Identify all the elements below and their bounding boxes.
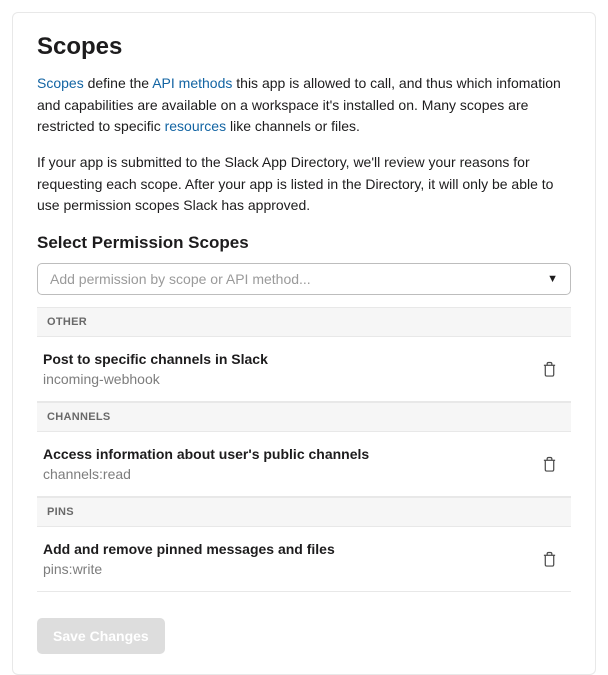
- scope-text: Add and remove pinned messages and files…: [43, 541, 335, 577]
- delete-scope-button[interactable]: [538, 357, 561, 382]
- scope-title: Access information about user's public c…: [43, 446, 369, 462]
- resources-link[interactable]: resources: [165, 118, 226, 134]
- trash-icon: [542, 361, 557, 378]
- scope-title: Post to specific channels in Slack: [43, 351, 268, 367]
- scope-row: Add and remove pinned messages and files…: [37, 527, 571, 592]
- page-heading: Scopes: [37, 33, 571, 61]
- scope-text: Post to specific channels in Slack incom…: [43, 351, 268, 387]
- directory-note: If your app is submitted to the Slack Ap…: [37, 152, 571, 217]
- intro-text-3: like channels or files.: [226, 118, 360, 134]
- scope-row: Post to specific channels in Slack incom…: [37, 337, 571, 402]
- add-scope-select[interactable]: Add permission by scope or API method...…: [37, 263, 571, 295]
- intro-text-1: define the: [84, 75, 153, 91]
- save-changes-button[interactable]: Save Changes: [37, 618, 165, 654]
- scope-identifier: incoming-webhook: [43, 371, 268, 387]
- group-header-pins: PINS: [37, 497, 571, 527]
- scope-identifier: channels:read: [43, 466, 369, 482]
- scope-text: Access information about user's public c…: [43, 446, 369, 482]
- scope-identifier: pins:write: [43, 561, 335, 577]
- trash-icon: [542, 551, 557, 568]
- api-methods-link[interactable]: API methods: [152, 75, 232, 91]
- scopes-card: Scopes Scopes define the API methods thi…: [12, 12, 596, 675]
- scope-title: Add and remove pinned messages and files: [43, 541, 335, 557]
- group-header-other: OTHER: [37, 307, 571, 337]
- trash-icon: [542, 456, 557, 473]
- scope-row: Access information about user's public c…: [37, 432, 571, 497]
- select-scopes-heading: Select Permission Scopes: [37, 233, 571, 253]
- caret-down-icon: ▼: [547, 273, 558, 285]
- group-header-channels: CHANNELS: [37, 402, 571, 432]
- delete-scope-button[interactable]: [538, 547, 561, 572]
- scopes-link[interactable]: Scopes: [37, 75, 84, 91]
- intro-paragraph: Scopes define the API methods this app i…: [37, 73, 571, 138]
- add-scope-placeholder: Add permission by scope or API method...: [50, 271, 311, 287]
- delete-scope-button[interactable]: [538, 452, 561, 477]
